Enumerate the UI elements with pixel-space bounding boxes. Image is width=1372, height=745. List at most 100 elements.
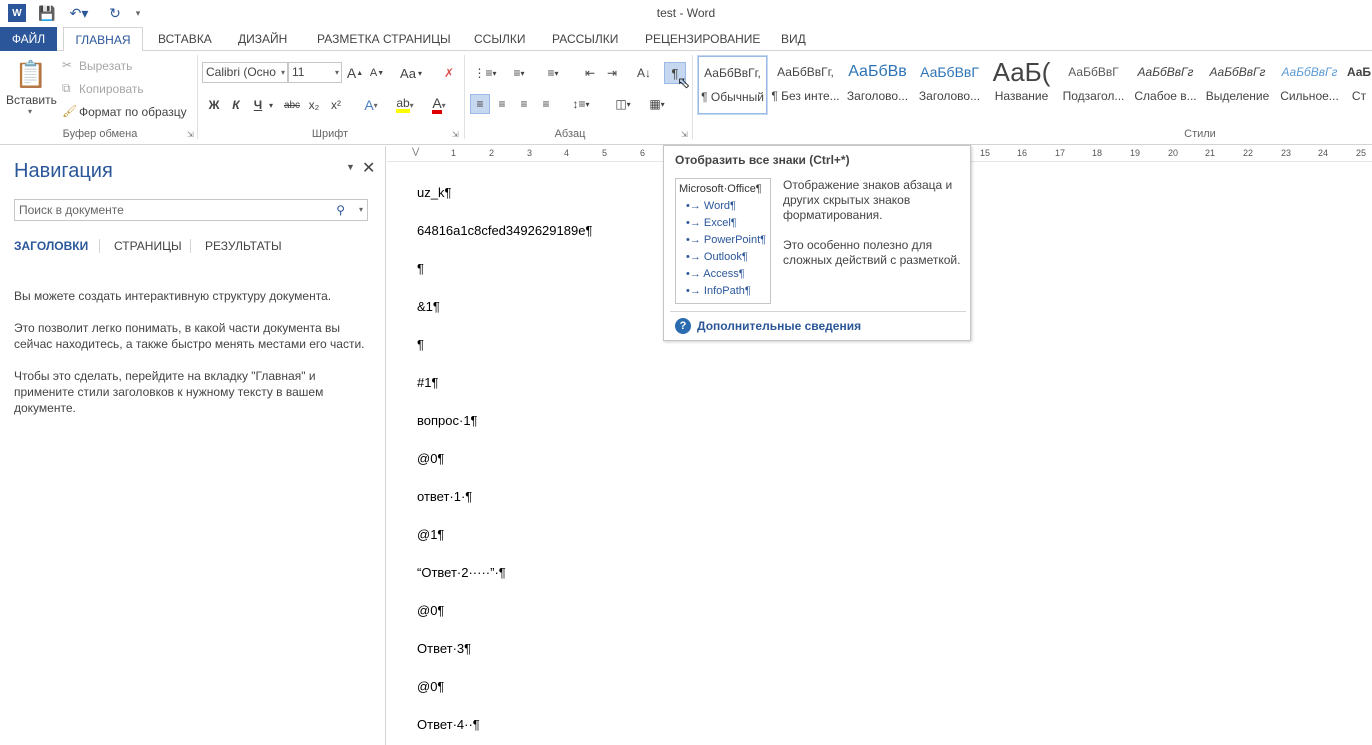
tab-review[interactable]: РЕЦЕНЗИРОВАНИЕ <box>637 27 768 51</box>
justify-icon[interactable]: ≡ <box>536 94 556 114</box>
document-line[interactable]: 64816a1c8cfed3492629189e¶ <box>417 223 592 238</box>
style-intense-emphasis[interactable]: АаБбВвГг Сильное... <box>1274 55 1345 115</box>
subscript-button[interactable]: x₂ <box>306 96 322 114</box>
style-no-spacing[interactable]: АаБбВвГг, ¶ Без инте... <box>770 55 841 115</box>
nav-tab-pages[interactable]: СТРАНИЦЫ <box>114 239 182 253</box>
document-line[interactable]: &1¶ <box>417 299 440 314</box>
tab-design[interactable]: ДИЗАЙН <box>230 27 295 51</box>
style-normal[interactable]: АаБбВвГг, ¶ Обычный <box>697 55 768 115</box>
copy-button[interactable]: Копировать <box>79 82 144 96</box>
style-subtle-emphasis[interactable]: АаБбВвГг Слабое в... <box>1130 55 1201 115</box>
copy-icon[interactable]: ⧉ <box>62 81 71 96</box>
format-painter-button[interactable]: Формат по образцу <box>79 105 187 119</box>
ruler-number: 6 <box>640 148 646 158</box>
tab-references[interactable]: ССЫЛКИ <box>466 27 533 51</box>
style-sample: АаБбВвГг <box>1137 65 1194 79</box>
tab-home[interactable]: ГЛАВНАЯ <box>63 27 143 52</box>
ruler-number: 20 <box>1168 148 1179 158</box>
tab-view[interactable]: ВИД <box>773 27 814 51</box>
tooltip-description: Отображение знаков абзаца и других скрыт… <box>783 178 953 222</box>
document-line[interactable]: ¶ <box>417 261 424 276</box>
text-effects-icon[interactable]: A ▾ <box>358 96 384 114</box>
preview-line: Microsoft·Office¶ <box>679 183 762 195</box>
preview-line: •→ Access¶ <box>686 268 745 280</box>
font-size-combo[interactable]: 11 ▾ <box>288 62 342 83</box>
change-case-button[interactable]: Aa ▾ <box>396 64 426 82</box>
preview-line: •→ Outlook¶ <box>686 251 748 263</box>
more-info-link[interactable]: ? Дополнительные сведения <box>675 318 861 334</box>
document-line[interactable]: @0¶ <box>417 679 444 694</box>
search-input[interactable]: Поиск в документе ⚲ ▾ <box>14 199 368 221</box>
nav-options-chevron-icon[interactable]: ▼ <box>346 162 355 172</box>
nav-title: Навигация <box>14 160 113 182</box>
format-painter-icon[interactable]: 🖌 <box>62 104 77 118</box>
style-subtitle[interactable]: АаБбВвГ Подзагол... <box>1058 55 1129 115</box>
document-line[interactable]: @1¶ <box>417 527 444 542</box>
align-left-icon[interactable]: ≡ <box>470 94 490 114</box>
document-line[interactable]: @0¶ <box>417 603 444 618</box>
align-right-icon[interactable]: ≡ <box>514 94 534 114</box>
nav-tab-results[interactable]: РЕЗУЛЬТАТЫ <box>205 239 282 253</box>
sort-icon[interactable]: A↓ <box>634 63 654 83</box>
font-launcher-icon[interactable]: ⇲ <box>452 130 459 139</box>
document-line[interactable]: ¶ <box>417 337 424 352</box>
style-emphasis[interactable]: АаБбВвГг Выделение <box>1202 55 1273 115</box>
document-line[interactable]: вопрос·1¶ <box>417 413 478 428</box>
borders-icon[interactable]: ▦ ▾ <box>642 94 672 114</box>
superscript-button[interactable]: x² <box>328 96 344 114</box>
cut-button[interactable]: Вырезать <box>79 59 132 73</box>
clear-formatting-icon[interactable]: ✗ <box>440 64 458 82</box>
numbering-icon[interactable]: ≡ ▾ <box>504 63 534 83</box>
paste-button[interactable]: Вставить <box>6 93 57 107</box>
document-line[interactable]: Ответ·4··¶ <box>417 717 480 732</box>
paste-dropdown-icon[interactable]: ▾ <box>28 107 32 116</box>
grow-font-button[interactable]: A ▲ <box>346 64 364 82</box>
style-sample: АаБбВвГг, <box>777 65 834 79</box>
shrink-font-button[interactable]: A ▼ <box>368 64 386 82</box>
strikethrough-button[interactable]: abc <box>282 96 302 114</box>
document-line[interactable]: @0¶ <box>417 451 444 466</box>
underline-button[interactable]: Ч <box>250 96 266 114</box>
style-strong[interactable]: АаБ Ст <box>1346 55 1372 115</box>
document-line[interactable]: “Ответ·2·····”·¶ <box>417 565 506 580</box>
increase-indent-icon[interactable]: ⇥ <box>602 63 622 83</box>
decrease-indent-icon[interactable]: ⇤ <box>580 63 600 83</box>
style-title[interactable]: АаБ(Название <box>986 55 1057 115</box>
tab-page-layout[interactable]: РАЗМЕТКА СТРАНИЦЫ <box>309 27 459 51</box>
document-line[interactable]: #1¶ <box>417 375 438 390</box>
style-name: ¶ Без инте... <box>771 89 840 103</box>
search-icon[interactable]: ⚲ <box>336 200 345 220</box>
font-name-combo[interactable]: Calibri (Осно ▾ <box>202 62 288 83</box>
nav-tab-headings[interactable]: ЗАГОЛОВКИ <box>14 239 88 253</box>
paste-icon[interactable]: 📋 <box>14 57 48 91</box>
document-line[interactable]: Ответ·3¶ <box>417 641 471 656</box>
bold-button[interactable]: Ж <box>206 96 222 114</box>
font-color-icon[interactable]: A ▾ <box>424 96 454 114</box>
tab-mailings[interactable]: РАССЫЛКИ <box>544 27 626 51</box>
style-heading-1[interactable]: АаБбВв Заголово... <box>842 55 913 115</box>
tab-file[interactable]: ФАЙЛ <box>0 27 57 51</box>
highlight-icon[interactable]: ab ▾ <box>390 96 420 114</box>
shading-icon[interactable]: ◫ ▾ <box>608 94 638 114</box>
multilevel-list-icon[interactable]: ≡ ▾ <box>538 63 568 83</box>
ruler-number: 17 <box>1055 148 1066 158</box>
bullets-icon[interactable]: ⋮≡ ▾ <box>470 63 500 83</box>
chevron-down-icon[interactable]: ▾ <box>266 98 276 112</box>
style-heading-2[interactable]: АаБбВвГ Заголово... <box>914 55 985 115</box>
chevron-down-icon[interactable]: ▾ <box>359 200 363 220</box>
indent-marker-icon[interactable]: ⋁ <box>412 146 422 162</box>
paragraph-launcher-icon[interactable]: ⇲ <box>681 130 688 139</box>
close-icon[interactable]: ✕ <box>362 158 375 178</box>
tab-insert[interactable]: ВСТАВКА <box>150 27 220 51</box>
document-line[interactable]: uz_k¶ <box>417 185 451 200</box>
style-sample: АаБбВвГг <box>1281 65 1338 79</box>
clipboard-launcher-icon[interactable]: ⇲ <box>187 130 194 139</box>
italic-button[interactable]: К <box>228 96 244 114</box>
line-spacing-icon[interactable]: ↕≡ ▾ <box>566 94 596 114</box>
style-sample: АаБбВвГ <box>1068 65 1119 79</box>
cut-icon[interactable]: ✂ <box>62 58 72 72</box>
document-line[interactable]: ответ·1·¶ <box>417 489 472 504</box>
align-center-icon[interactable]: ≡ <box>492 94 512 114</box>
separator <box>99 239 100 253</box>
style-name: Выделение <box>1205 89 1270 103</box>
